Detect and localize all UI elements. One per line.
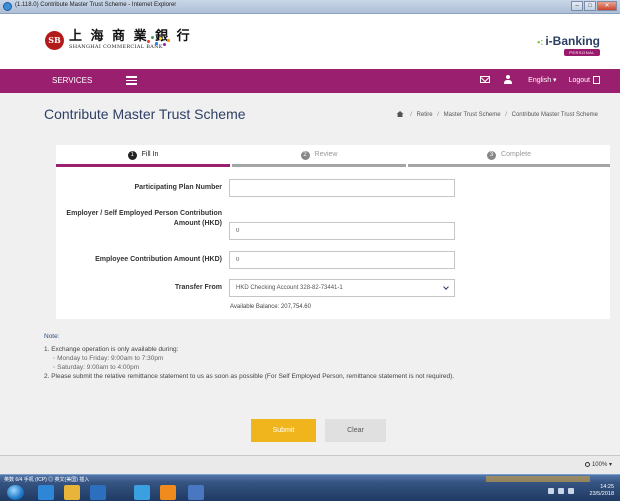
ibanking-dots-icon: •: <box>537 37 544 47</box>
windows-taskbar: 英数 6/4 手机 (ICP) ◎ 英文(美国) 插入 14:25 23/5/2… <box>0 474 620 501</box>
bank-name-en: SHANGHAI COMMERCIAL BANK <box>69 44 163 50</box>
home-icon[interactable] <box>396 111 404 117</box>
plan-number-label: Participating Plan Number <box>134 184 222 191</box>
transfer-from-value: HKD Checking Account 328-82-73441-1 <box>236 285 343 291</box>
taskbar-window-icon[interactable] <box>188 485 204 500</box>
step-complete: 3 Complete <box>408 145 610 167</box>
zoom-control[interactable]: 100% ▾ <box>584 461 612 468</box>
employer-contribution-input[interactable] <box>229 222 455 240</box>
taskbar-firefox-icon[interactable] <box>160 485 176 500</box>
ime-toolbar: 英数 6/4 手机 (ICP) ◎ 英文(美国) 插入 <box>4 477 90 483</box>
browser-page: SB 上 海 商 業 銀 行 SHANGHAI COMMERCIAL BANK … <box>0 14 620 455</box>
step-label: Fill In <box>141 151 159 158</box>
step-number: 1 <box>127 151 137 160</box>
volume-icon[interactable] <box>568 488 574 494</box>
window-title: (1.118.0) Contribute Master Trust Scheme… <box>15 2 177 8</box>
employee-contribution-input[interactable] <box>229 251 455 269</box>
step-number: 3 <box>487 151 497 160</box>
breadcrumb-retire[interactable]: Retire <box>417 112 433 118</box>
bank-header: SB 上 海 商 業 銀 行 SHANGHAI COMMERCIAL BANK … <box>0 14 620 69</box>
employee-contribution-label: Employee Contribution Amount (HKD) <box>95 256 222 263</box>
close-button[interactable]: ✕ <box>597 1 617 11</box>
progress-steps: 1 Fill In 2 Review 3 Complete <box>56 145 610 167</box>
language-selector[interactable]: English ▾ <box>528 76 556 84</box>
step-label: Complete <box>501 151 531 158</box>
zoom-icon <box>584 462 590 467</box>
clear-button[interactable]: Clear <box>325 419 386 442</box>
step-review: 2 Review <box>232 145 406 167</box>
main-navbar: SERVICES English ▾ Logout <box>0 69 620 93</box>
transfer-from-label: Transfer From <box>174 284 222 291</box>
bank-dots-icon <box>147 34 171 48</box>
window-controls: – □ ✕ <box>571 1 617 11</box>
ibanking-logo: •: i-Banking PERSONAL <box>537 34 600 56</box>
note-section: Note: 1. Exchange operation is only avai… <box>44 332 610 381</box>
note-line-1: 1. Exchange operation is only available … <box>44 346 179 353</box>
services-menu[interactable]: SERVICES <box>52 76 92 85</box>
note-title: Note: <box>44 333 60 340</box>
taskbar-ie-icon[interactable] <box>38 485 54 500</box>
bank-seal-icon: SB <box>45 30 64 50</box>
chevron-down-icon <box>443 284 449 290</box>
transfer-from-select[interactable]: HKD Checking Account 328-82-73441-1 <box>229 279 455 297</box>
maximize-button[interactable]: □ <box>584 1 596 11</box>
minimize-button[interactable]: – <box>571 1 583 11</box>
taskbar-chrome-icon[interactable] <box>134 485 150 500</box>
breadcrumb-master-trust[interactable]: Master Trust Scheme <box>444 112 501 118</box>
note-line-2: 2. Please submit the relative remittance… <box>44 373 455 380</box>
step-number: 2 <box>300 151 310 160</box>
personal-badge: PERSONAL <box>564 49 600 56</box>
ie-logo-icon <box>3 2 12 11</box>
submit-button[interactable]: Submit <box>251 419 316 442</box>
plan-number-input[interactable] <box>229 179 455 197</box>
note-sub-saturday: Saturday: 9:00am to 4:00pm <box>53 363 610 372</box>
user-icon[interactable] <box>504 75 513 84</box>
employer-contribution-label: Employer / Self Employed Person Contribu… <box>66 210 222 227</box>
logout-icon <box>593 75 600 84</box>
mail-icon[interactable] <box>480 76 491 83</box>
breadcrumb-current: Contribute Master Trust Scheme <box>511 112 598 118</box>
flag-icon[interactable] <box>558 488 564 494</box>
logout-link[interactable]: Logout <box>569 75 600 84</box>
breadcrumb: / Retire / Master Trust Scheme / Contrib… <box>396 111 598 118</box>
ibanking-brand: i-Banking <box>545 34 600 48</box>
system-tray-icons <box>548 488 574 494</box>
contribution-form: Participating Plan Number Employer / Sel… <box>56 167 610 319</box>
step-fill-in: 1 Fill In <box>56 145 230 167</box>
network-icon[interactable] <box>548 488 554 494</box>
window-titlebar: (1.118.0) Contribute Master Trust Scheme… <box>0 0 620 14</box>
available-balance: Available Balance: 207,754.60 <box>230 304 311 310</box>
start-button-icon[interactable] <box>7 485 24 500</box>
page-title: Contribute Master Trust Scheme <box>44 106 246 122</box>
bank-name-cn: 上 海 商 業 銀 行 <box>69 29 192 44</box>
browser-statusbar: 100% ▾ <box>0 455 620 474</box>
step-label: Review <box>314 151 338 158</box>
taskbar-app-icon[interactable] <box>90 485 106 500</box>
hamburger-menu-icon[interactable] <box>126 76 137 85</box>
taskbar-explorer-icon[interactable] <box>64 485 80 500</box>
system-clock[interactable]: 14:25 23/5/2018 <box>590 484 614 498</box>
note-sub-weekday: Monday to Friday: 9:00am to 7:30pm <box>53 354 610 363</box>
